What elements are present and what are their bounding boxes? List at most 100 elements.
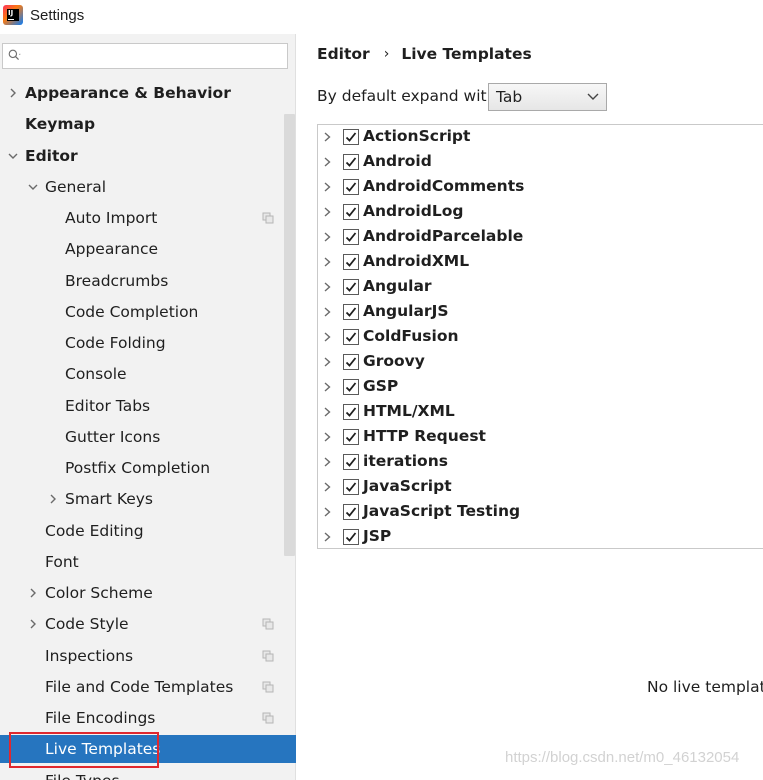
template-group-checkbox[interactable]: [343, 179, 359, 195]
expand-with-dropdown[interactable]: Tab: [488, 83, 607, 111]
red-highlight-box: [9, 732, 159, 768]
sidebar-item-auto-import[interactable]: Auto Import: [0, 204, 296, 232]
template-group-label: ActionScript: [363, 127, 471, 145]
sidebar-item-label: File Types: [45, 772, 120, 780]
chevron-right-icon[interactable]: [323, 407, 332, 417]
chevron-right-icon[interactable]: [323, 157, 332, 167]
template-group-row[interactable]: JSP: [318, 525, 763, 550]
template-group-row[interactable]: AngularJS: [318, 300, 763, 325]
sidebar-item-label: Console: [65, 365, 127, 384]
chevron-right-icon[interactable]: [323, 507, 332, 517]
sidebar-item-gutter-icons[interactable]: Gutter Icons: [0, 423, 296, 451]
chevron-right-icon[interactable]: [323, 432, 332, 442]
template-group-label: Angular: [363, 277, 432, 295]
template-group-checkbox[interactable]: [343, 404, 359, 420]
template-group-row[interactable]: HTML/XML: [318, 400, 763, 425]
title-bar: IJ Settings: [0, 0, 763, 34]
template-group-checkbox[interactable]: [343, 379, 359, 395]
template-group-row[interactable]: AndroidLog: [318, 200, 763, 225]
chevron-right-icon[interactable]: [323, 282, 332, 292]
sidebar-item-label: General: [45, 177, 107, 196]
chevron-right-icon[interactable]: [323, 307, 332, 317]
sidebar-item-code-style[interactable]: Code Style: [0, 610, 296, 638]
sidebar-item-code-editing[interactable]: Code Editing: [0, 517, 296, 545]
sidebar-item-inspections[interactable]: Inspections: [0, 642, 296, 670]
sidebar-item-general[interactable]: General: [0, 173, 296, 201]
breadcrumb-parent[interactable]: Editor: [317, 45, 370, 63]
sidebar-item-postfix-completion[interactable]: Postfix Completion: [0, 454, 296, 482]
template-group-row[interactable]: Groovy: [318, 350, 763, 375]
sidebar-item-breadcrumbs[interactable]: Breadcrumbs: [0, 267, 296, 295]
sidebar-item-label: Code Style: [45, 615, 129, 634]
template-group-row[interactable]: ColdFusion: [318, 325, 763, 350]
chevron-right-icon[interactable]: [323, 357, 332, 367]
template-group-row[interactable]: HTTP Request: [318, 425, 763, 450]
chevron-right-icon[interactable]: [48, 494, 58, 504]
template-group-row[interactable]: AndroidParcelable: [318, 225, 763, 250]
chevron-right-icon[interactable]: [323, 232, 332, 242]
template-group-label: ColdFusion: [363, 327, 459, 345]
chevron-right-icon[interactable]: [323, 382, 332, 392]
template-group-label: HTTP Request: [363, 427, 486, 445]
template-group-row[interactable]: GSP: [318, 375, 763, 400]
template-group-checkbox[interactable]: [343, 129, 359, 145]
sidebar-item-font[interactable]: Font: [0, 548, 296, 576]
sidebar-item-code-folding[interactable]: Code Folding: [0, 329, 296, 357]
template-group-row[interactable]: iterations: [318, 450, 763, 475]
sidebar-item-label: Inspections: [45, 646, 134, 665]
template-group-checkbox[interactable]: [343, 354, 359, 370]
template-group-checkbox[interactable]: [343, 254, 359, 270]
sidebar-item-color-scheme[interactable]: Color Scheme: [0, 579, 296, 607]
checkmark-icon: [345, 307, 357, 317]
chevron-right-icon[interactable]: [323, 132, 332, 142]
chevron-right-icon[interactable]: [8, 88, 18, 98]
chevron-right-icon[interactable]: [323, 532, 332, 542]
template-group-checkbox[interactable]: [343, 454, 359, 470]
template-group-checkbox[interactable]: [343, 479, 359, 495]
chevron-right-icon[interactable]: [323, 257, 332, 267]
sidebar-item-editor[interactable]: Editor: [0, 142, 296, 170]
chevron-right-icon[interactable]: [323, 182, 332, 192]
template-group-row[interactable]: AndroidXML: [318, 250, 763, 275]
template-group-row[interactable]: Android: [318, 150, 763, 175]
template-group-label: Android: [363, 152, 432, 170]
template-group-checkbox[interactable]: [343, 304, 359, 320]
sidebar-item-console[interactable]: Console: [0, 360, 296, 388]
sidebar-item-smart-keys[interactable]: Smart Keys: [0, 485, 296, 513]
template-group-checkbox[interactable]: [343, 504, 359, 520]
search-input[interactable]: [2, 43, 288, 69]
sidebar-item-label: Editor: [25, 146, 78, 165]
template-group-row[interactable]: ActionScript: [318, 125, 763, 150]
sidebar-scrollbar[interactable]: [284, 114, 295, 556]
chevron-down-icon[interactable]: [28, 182, 38, 192]
chevron-down-icon[interactable]: [8, 151, 18, 161]
checkmark-icon: [345, 482, 357, 492]
template-group-label: AndroidComments: [363, 177, 525, 195]
checkmark-icon: [345, 432, 357, 442]
chevron-right-icon[interactable]: [323, 457, 332, 467]
template-group-row[interactable]: Angular: [318, 275, 763, 300]
template-group-checkbox[interactable]: [343, 204, 359, 220]
sidebar-item-file-and-code-templates[interactable]: File and Code Templates: [0, 673, 296, 701]
chevron-right-icon[interactable]: [323, 482, 332, 492]
sidebar-item-editor-tabs[interactable]: Editor Tabs: [0, 392, 296, 420]
template-group-checkbox[interactable]: [343, 279, 359, 295]
sidebar-item-appearance[interactable]: Appearance: [0, 235, 296, 263]
sidebar-item-code-completion[interactable]: Code Completion: [0, 298, 296, 326]
chevron-right-icon[interactable]: [323, 332, 332, 342]
template-group-checkbox[interactable]: [343, 329, 359, 345]
template-group-checkbox[interactable]: [343, 529, 359, 545]
chevron-right-icon[interactable]: [28, 619, 38, 629]
template-group-row[interactable]: JavaScript Testing: [318, 500, 763, 525]
template-group-checkbox[interactable]: [343, 429, 359, 445]
sidebar-item-keymap[interactable]: Keymap: [0, 110, 296, 138]
template-group-checkbox[interactable]: [343, 229, 359, 245]
sidebar-item-appearance-behavior[interactable]: Appearance & Behavior: [0, 79, 296, 107]
template-group-row[interactable]: AndroidComments: [318, 175, 763, 200]
template-group-checkbox[interactable]: [343, 154, 359, 170]
chevron-right-icon[interactable]: [28, 588, 38, 598]
sidebar-item-file-encodings[interactable]: File Encodings: [0, 704, 296, 732]
chevron-right-icon[interactable]: [323, 207, 332, 217]
sidebar-item-file-types[interactable]: File Types: [0, 767, 296, 780]
template-group-row[interactable]: JavaScript: [318, 475, 763, 500]
